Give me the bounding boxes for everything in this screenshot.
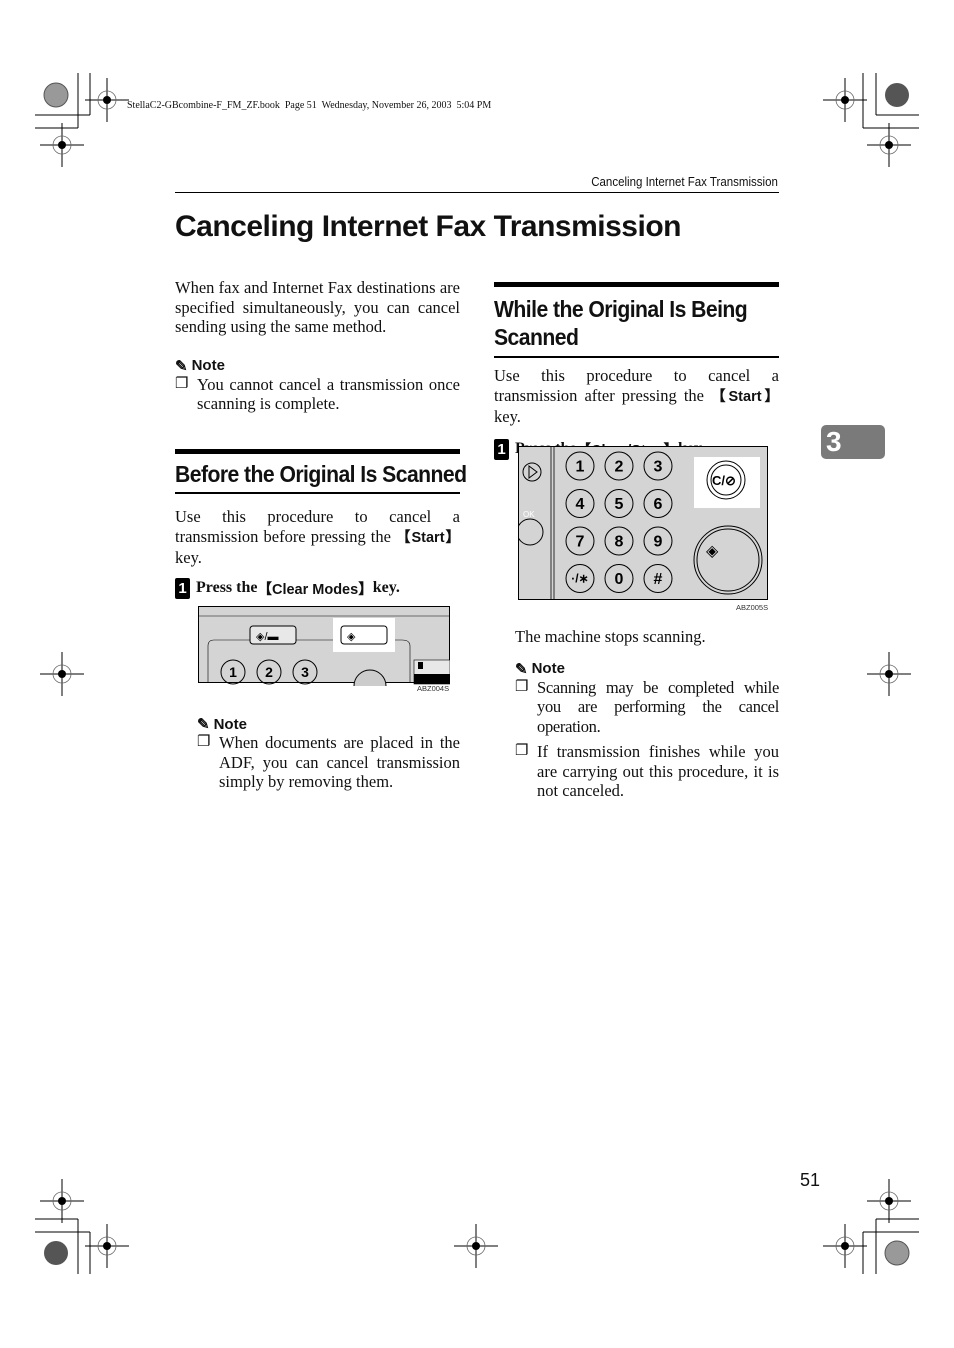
registration-mark [472,1242,480,1250]
step-number: 1 [494,438,509,460]
while-note-item: ❐ Scanning may be completed while you ar… [515,678,779,737]
section-top-rule [494,282,779,287]
note-text: Scanning may be completed while you are … [537,677,779,736]
header-rule [175,192,779,193]
before-note-heading: ✎ Note [197,715,460,734]
registration-mark [885,141,893,149]
keypad-key-label: 3 [301,664,309,680]
checkbox-bullet-icon: ❐ [515,743,529,759]
keypad-key-label: 0 [615,571,624,588]
section-heading-while-line2: Scanned [494,324,579,350]
section-bottom-rule [494,356,779,358]
intro-text: When fax and Internet Fax destinations a… [175,278,460,336]
keypad-key-label: 8 [615,534,624,551]
keypad-key-label: # [654,571,663,588]
intro-block: When fax and Internet Fax destinations a… [175,278,460,414]
step-1-clear-modes: 1 Press the 【Clear Modes】 key. [175,577,460,599]
keypad-key-label: 4 [576,496,585,513]
copy-fax-key-icon: ◈/▬ [256,631,279,643]
intro-note-heading: ✎ Note [175,357,460,375]
key-start: 【Start】 [711,388,779,405]
section-before: Before the Original Is Scanned Use this … [175,449,467,599]
clear-modes-icon: ◈ [347,631,356,643]
keypad-key-label: 1 [576,459,585,476]
section-before-text: Use this procedure to cancel a transmiss… [175,507,460,567]
note-label: Note [191,357,225,374]
keypad-key-label: 1 [229,664,237,680]
registration-mark [841,96,849,104]
figure-caption-abz004s: ABZ004S [417,684,450,693]
note-label: Note [531,660,565,677]
pencil-icon: ✎ [515,660,528,678]
note-text: If transmission finishes while you are c… [537,742,779,800]
section-bottom-rule [175,492,460,494]
keypad-key-label: 9 [654,534,663,551]
start-key-icon: ◈ [706,543,719,560]
before-note-item: ❐ When documents are placed in the ADF, … [197,733,460,792]
keypad-key-label: 2 [615,459,624,476]
file-info: StellaC2-GBcombine-F_FM_ZF.book Page 51 … [127,100,492,111]
note-text: You cannot cancel a transmission once sc… [197,374,460,414]
clear-stop-key-label: C/⊘ [712,473,736,488]
ok-label: OK [523,510,535,519]
page-number: 51 [800,1170,821,1190]
keypad-key-label: 6 [654,496,663,513]
step-number: 1 [175,577,190,599]
section-heading-before: Before the Original Is Scanned [175,461,467,487]
registration-mark [841,1242,849,1250]
running-header: Canceling Internet Fax Transmission [591,175,778,189]
note-label: Note [213,715,247,733]
keypad-key-label: 3 [654,459,663,476]
crop-marks [35,73,919,1274]
key-clear-modes: 【Clear Modes】 [257,581,373,598]
while-result-block: The machine stops scanning. ✎ Note ❐ Sca… [515,627,779,801]
result-text: The machine stops scanning. [515,627,706,646]
note-text: When documents are placed in the ADF, yo… [219,733,460,791]
section-while-text: Use this procedure to cancel a transmiss… [494,366,779,426]
registration-mark [103,96,111,104]
keypad-key-label: ·/∗ [571,572,588,586]
before-note-block: ✎ Note ❐ When documents are placed in th… [197,715,460,792]
section-top-rule [175,449,460,454]
keypad-key-label: 5 [615,496,624,513]
key-start: 【Start】 [396,529,460,546]
registration-mark [58,670,66,678]
section-while: While the Original Is Being Scanned Use … [494,282,779,460]
section-heading-while-line1: While the Original Is Being [494,296,748,322]
intro-note-item: ❐ You cannot cancel a transmission once … [175,375,460,414]
chapter-tab: 3 [821,425,885,459]
checkbox-bullet-icon: ❐ [515,678,529,695]
registration-mark [58,141,66,149]
checkbox-bullet-icon: ❐ [175,375,189,392]
keypad-key-label: 7 [576,534,585,551]
pencil-icon: ✎ [175,357,188,375]
keypad-key-label: 2 [265,664,273,680]
clear-modes-panel-figure: ◈/▬ ◈ 1 2 3 [198,606,450,686]
registration-mark [885,670,893,678]
figure-caption-abz005s: ABZ005S [736,603,769,612]
while-note-item: ❐ If transmission finishes while you are… [515,742,779,801]
pencil-icon: ✎ [197,716,210,733]
clear-stop-panel-figure: OK C/⊘ ◈ 1 2 3 4 5 6 7 8 9 ·/∗ 0 # [518,446,768,600]
page-title: Canceling Internet Fax Transmission [175,210,681,243]
registration-mark [103,1242,111,1250]
registration-mark [885,1197,893,1205]
registration-mark [58,1197,66,1205]
while-note-heading: ✎ Note [515,660,779,678]
checkbox-bullet-icon: ❐ [197,734,211,750]
